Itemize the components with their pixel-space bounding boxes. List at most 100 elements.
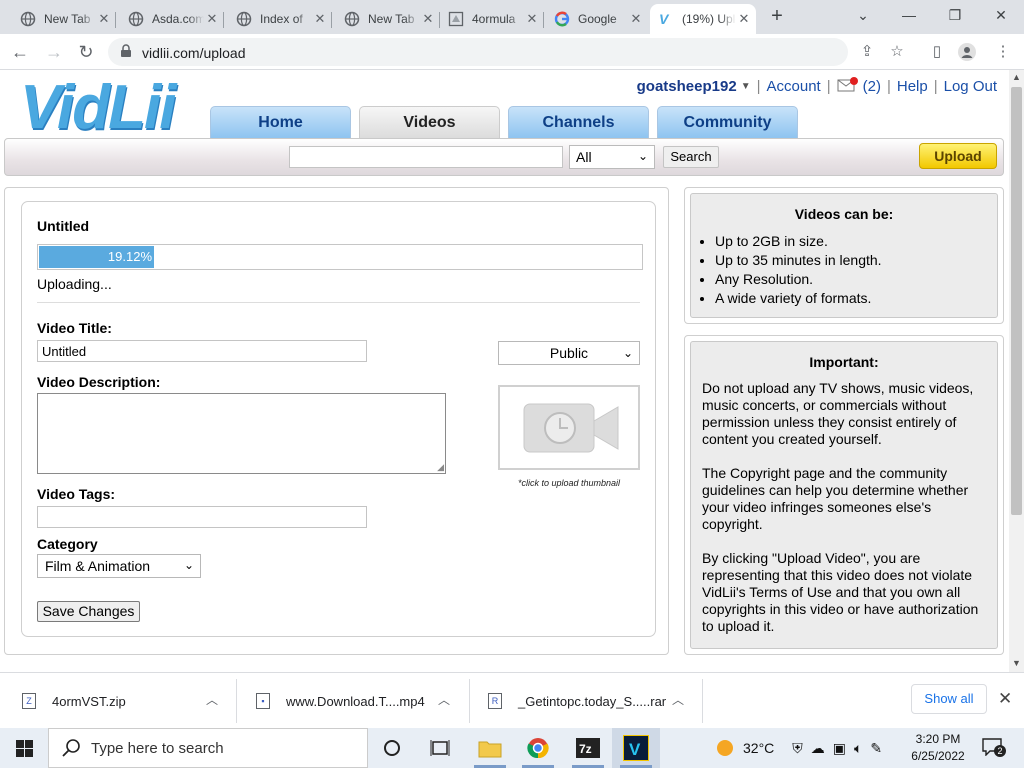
svg-text:V: V	[629, 740, 641, 759]
forward-button[interactable]: →	[42, 40, 66, 64]
scroll-down-icon[interactable]: ▼	[1009, 658, 1024, 668]
start-button[interactable]	[0, 728, 48, 768]
restore-button[interactable]: ❐	[932, 4, 978, 28]
close-icon[interactable]: ✕	[420, 11, 436, 27]
notification-center-button[interactable]: 2	[982, 738, 1006, 758]
lock-icon[interactable]	[120, 44, 132, 61]
share-icon[interactable]: ⇪	[858, 43, 876, 61]
side-panel-icon[interactable]: ▯	[928, 43, 946, 61]
search-scope-value: All	[576, 149, 592, 165]
browser-tab[interactable]: 4ormula ✕	[440, 4, 544, 34]
security-icon[interactable]: ⛨	[792, 740, 803, 757]
nav-tab-channels[interactable]: Channels	[508, 106, 649, 138]
download-item[interactable]: R _Getintopc.today_S.....rar ︿	[488, 673, 702, 729]
chevron-up-icon[interactable]: ︿	[206, 691, 218, 708]
volume-icon[interactable]: 🔈︎	[854, 740, 862, 757]
chevron-up-icon[interactable]: ︿	[672, 691, 684, 708]
show-all-downloads-button[interactable]: Show all	[911, 684, 987, 714]
download-item[interactable]: Z 4ormVST.zip ︿	[22, 673, 236, 729]
search-scope-select[interactable]: All ⌄	[569, 145, 655, 169]
browser-tab[interactable]: Index of ✕	[228, 4, 332, 34]
privacy-select[interactable]: Public ⌄	[498, 341, 640, 365]
file-explorer-button[interactable]	[466, 728, 514, 768]
category-label: Category	[37, 536, 98, 552]
close-icon[interactable]: ✕	[96, 11, 112, 27]
tab-search-icon[interactable]: ⌄	[840, 4, 886, 28]
chevron-down-icon[interactable]: ▼	[741, 81, 751, 92]
nav-tab-community[interactable]: Community	[657, 106, 798, 138]
browser-tab[interactable]: Asda.com ✕	[120, 4, 224, 34]
browser-tab[interactable]: Google ✕	[546, 4, 648, 34]
browser-tab[interactable]: New Tab ✕	[12, 4, 116, 34]
site-icon	[448, 11, 464, 27]
menu-icon[interactable]: ⋮	[994, 43, 1012, 61]
close-icon[interactable]: ✕	[998, 689, 1012, 709]
close-window-button[interactable]: ✕	[978, 4, 1024, 28]
save-changes-button[interactable]: Save Changes	[37, 601, 140, 622]
videos-info-box: Videos can be: Up to 2GB in size. Up to …	[690, 193, 998, 318]
new-tab-button[interactable]: +	[766, 5, 788, 29]
upload-button[interactable]: Upload	[919, 143, 997, 169]
video-tags-input[interactable]	[37, 506, 367, 528]
search-button[interactable]: Search	[663, 146, 719, 168]
messages-count[interactable]: (2)	[863, 78, 881, 95]
network-icon[interactable]: ▣	[833, 740, 846, 757]
reload-button[interactable]: ↻	[74, 40, 98, 64]
browser-tab-title: (19%) Upload	[682, 12, 736, 26]
mail-icon[interactable]	[837, 76, 859, 96]
task-view-button[interactable]	[416, 728, 464, 768]
nav-tab-home[interactable]: Home	[210, 106, 351, 138]
help-link[interactable]: Help	[897, 78, 928, 95]
chrome-button[interactable]	[514, 728, 562, 768]
address-bar[interactable]: vidlii.com/upload	[108, 38, 848, 66]
minimize-button[interactable]: —	[886, 4, 932, 28]
input-method-icon[interactable]: ✎	[870, 740, 882, 757]
taskbar-clock[interactable]: 3:20 PM 6/25/2022	[906, 731, 970, 765]
username-link[interactable]: goatsheep192	[637, 78, 737, 95]
close-icon[interactable]: ✕	[204, 11, 220, 27]
taskbar-search[interactable]: Type here to search	[48, 728, 368, 768]
download-file-name: _Getintopc.today_S.....rar	[518, 693, 667, 709]
upload-panel: Untitled 19.12% Uploading... Video Title…	[4, 187, 669, 655]
scroll-up-icon[interactable]: ▲	[1009, 72, 1024, 82]
close-icon[interactable]: ✕	[628, 11, 644, 27]
veed-button[interactable]: V	[612, 728, 660, 768]
close-icon[interactable]: ✕	[312, 11, 328, 27]
category-select[interactable]: Film & Animation ⌄	[37, 554, 201, 578]
cloud-icon[interactable]: ☁	[811, 740, 825, 757]
scrollbar-thumb[interactable]	[1011, 87, 1022, 515]
browser-tab[interactable]: New Tab ✕	[336, 4, 440, 34]
important-paragraph: By clicking "Upload Video", you are repr…	[702, 550, 979, 634]
close-icon[interactable]: ✕	[524, 11, 540, 27]
7zip-button[interactable]: 7z	[564, 728, 612, 768]
separator: |	[933, 77, 938, 95]
download-item[interactable]: ▪ www.Download.T....mp4 ︿	[256, 673, 468, 729]
video-title-input[interactable]: Untitled	[37, 340, 367, 362]
cortana-button[interactable]	[368, 728, 416, 768]
weather-temperature[interactable]: 32°C	[743, 740, 774, 756]
chevron-down-icon: ⌄	[637, 149, 648, 163]
page-scrollbar[interactable]: ▲ ▼	[1009, 70, 1024, 672]
list-item: Up to 2GB in size.	[715, 232, 882, 251]
browser-tab-active[interactable]: V (19%) Upload ✕	[650, 4, 756, 34]
browser-toolbar: ← → ↻ vidlii.com/upload ⇪ ☆ ▯ ⋮	[0, 34, 1024, 70]
separator: |	[756, 77, 761, 95]
profile-icon[interactable]	[958, 43, 976, 61]
upload-form: Untitled 19.12% Uploading... Video Title…	[21, 201, 656, 637]
account-link[interactable]: Account	[767, 78, 821, 95]
list-item: A wide variety of formats.	[715, 289, 882, 308]
resize-grip-icon[interactable]: ◢	[437, 463, 444, 472]
chevron-up-icon[interactable]: ︿	[438, 691, 450, 708]
vidlii-logo[interactable]: VidLii	[20, 76, 176, 140]
video-description-textarea[interactable]: ◢	[37, 393, 446, 474]
separator: |	[886, 77, 891, 95]
nav-tab-videos[interactable]: Videos	[359, 106, 500, 138]
logout-link[interactable]: Log Out	[944, 78, 997, 95]
weather-sun-icon[interactable]	[715, 738, 735, 758]
thumbnail-upload[interactable]	[498, 385, 640, 470]
browser-tab-title: Index of	[260, 12, 303, 26]
close-icon[interactable]: ✕	[736, 11, 752, 27]
search-input[interactable]	[289, 146, 563, 168]
bookmark-star-icon[interactable]: ☆	[888, 43, 906, 61]
back-button[interactable]: ←	[8, 40, 32, 64]
